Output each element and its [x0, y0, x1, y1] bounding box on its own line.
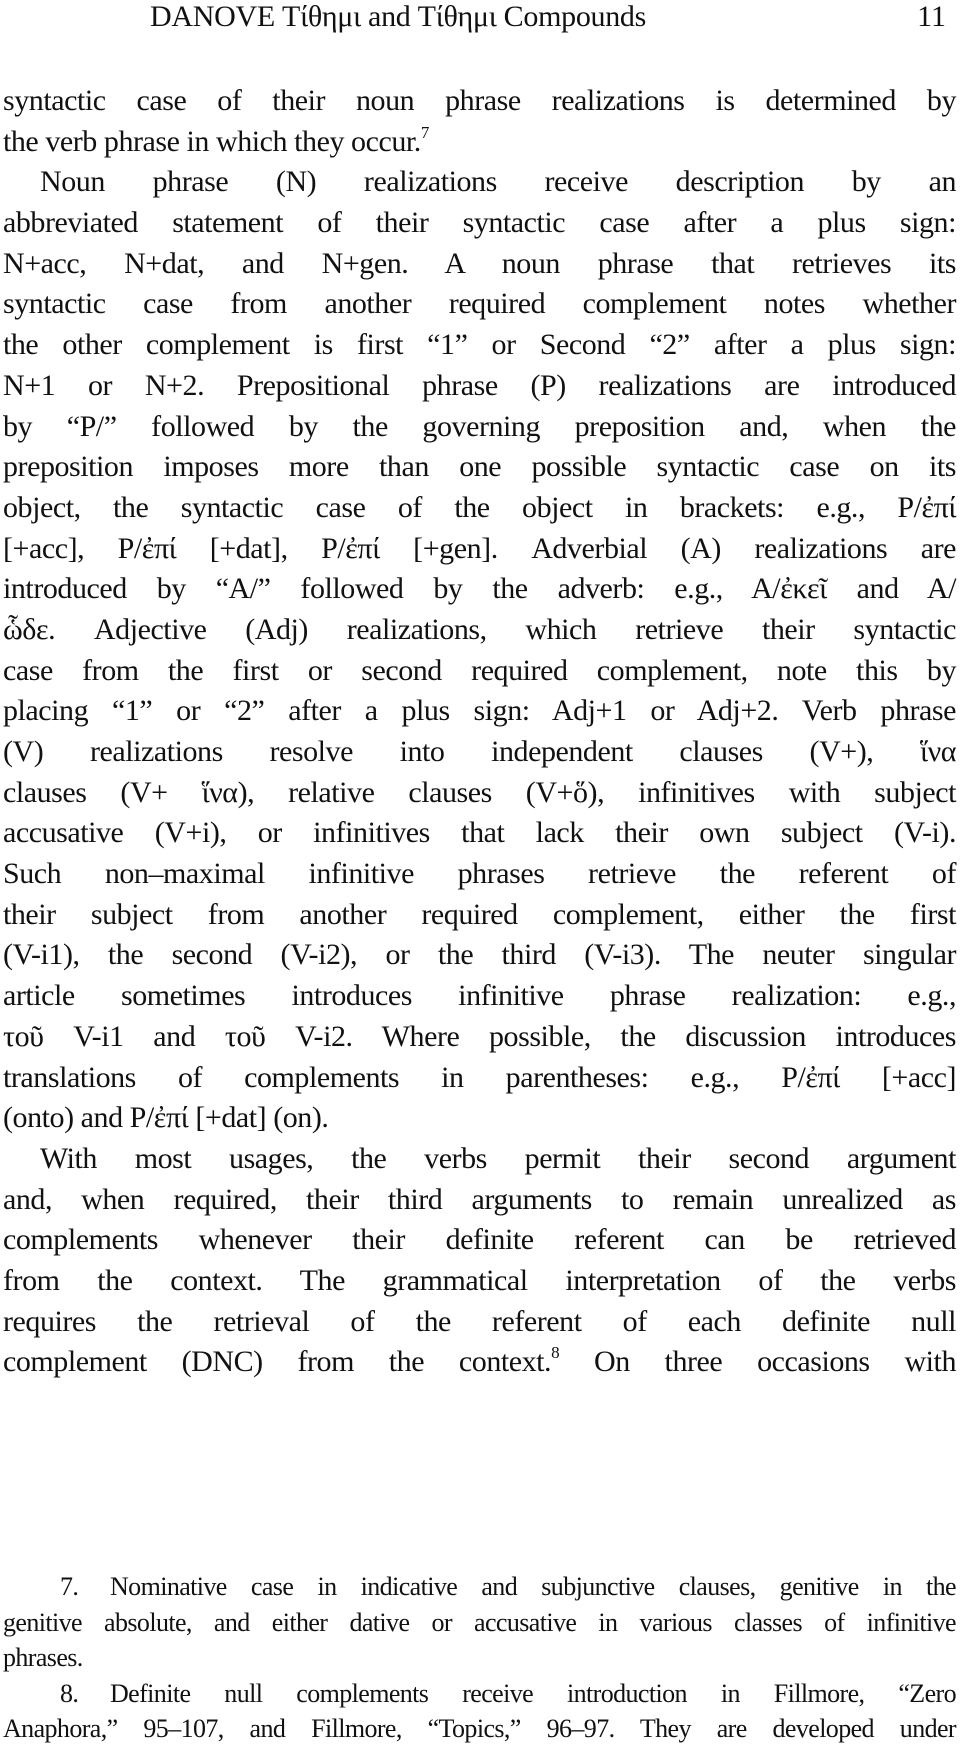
body-line-text: the other complement is first “1” or Sec…	[3, 328, 956, 362]
body-line-text: clauses (V+ ἵνα), relative clauses (V+ὅ)…	[3, 775, 956, 809]
footnote-line: 8. Definite null complements receive intr…	[3, 1676, 957, 1712]
footnote-line: 7. Nominative case in indicative and subj…	[3, 1569, 957, 1605]
body-line-text: (onto) and P/ἐπί [+dat] (on).	[3, 1101, 329, 1135]
body-line: clauses (V+ ἵνα), relative clauses (V+ὅ)…	[3, 773, 956, 814]
body-line-text: preposition imposes more than one possib…	[3, 450, 956, 484]
body-line: (onto) and P/ἐπί [+dat] (on).	[3, 1098, 956, 1139]
running-header: DANOVE Τίθημι and Τίθημι Compounds 11	[0, 0, 960, 40]
footnote-line: Anaphora,” 95–107, and Fillmore, “Topics…	[3, 1711, 957, 1747]
body-line-text: by “P/” followed by the governing prepos…	[3, 409, 956, 443]
body-line: translations of complements in parenthes…	[3, 1058, 956, 1099]
footnote-text: Definite null complements receive introd…	[110, 1678, 957, 1708]
body-line-text: N+acc, N+dat, and N+gen. A noun phrase t…	[3, 246, 956, 280]
body-line: placing “1” or “2” after a plus sign: Ad…	[3, 691, 956, 732]
body-line-text: ὧδε. Adjective (Adj) realizations, which…	[3, 612, 956, 646]
body-line: N+acc, N+dat, and N+gen. A noun phrase t…	[3, 244, 956, 285]
footnote-number: 7.	[60, 1572, 79, 1601]
body-line-text: placing “1” or “2” after a plus sign: Ad…	[3, 694, 956, 728]
body-line: by “P/” followed by the governing prepos…	[3, 407, 956, 448]
body-line-text: N+1 or N+2. Prepositional phrase (P) rea…	[3, 368, 956, 402]
body-line: syntactic case from another required com…	[3, 284, 956, 325]
body-line-text: translations of complements in parenthes…	[3, 1060, 956, 1094]
body-line-text: [+acc], P/ἐπί [+dat], P/ἐπί [+gen]. Adve…	[3, 531, 956, 565]
body-line-text: article sometimes introduces infinitive …	[3, 979, 956, 1013]
body-line-text: complements whenever their definite refe…	[3, 1223, 956, 1257]
body-line-text: With most usages, the verbs permit their…	[40, 1141, 956, 1175]
footnote-text: genitive absolute, and either dative or …	[3, 1607, 957, 1637]
page-number: 11	[917, 0, 946, 33]
body-line-text: their subject from another required comp…	[3, 897, 956, 931]
body-line-text: accusative (V+i), or infinitives that la…	[3, 816, 956, 850]
body-line: introduced by “A/” followed by the adver…	[3, 569, 956, 610]
body-line: from the context. The grammatical interp…	[3, 1261, 956, 1302]
footnote-text: Anaphora,” 95–107, and Fillmore, “Topics…	[3, 1714, 957, 1743]
body-line: [+acc], P/ἐπί [+dat], P/ἐπί [+gen]. Adve…	[3, 529, 956, 570]
body-line-text: τοῦ V-i1 and τοῦ V-i2. Where possible, t…	[3, 1019, 956, 1053]
body-line: object, the syntactic case of the object…	[3, 488, 956, 529]
body-line-text-tail: On three occasions with	[559, 1345, 956, 1379]
body-line-text: Noun phrase (N) realizations receive des…	[40, 165, 956, 199]
body-line: syntactic case of their noun phrase real…	[3, 81, 956, 122]
footnote-text: Nominative case in indicative and subjun…	[110, 1572, 957, 1601]
body-line: preposition imposes more than one possib…	[3, 447, 956, 488]
body-line-text: introduced by “A/” followed by the adver…	[3, 572, 956, 606]
body-line: case from the first or second required c…	[3, 651, 956, 692]
body-line: With most usages, the verbs permit their…	[3, 1139, 956, 1180]
body-line: abbreviated statement of their syntactic…	[3, 203, 956, 244]
body-line-text: and, when required, their third argument…	[3, 1182, 956, 1216]
footnote-number: 8.	[60, 1678, 79, 1708]
running-head-title: DANOVE Τίθημι and Τίθημι Compounds	[150, 0, 647, 33]
body-line-text: Such non–maximal infinitive phrases retr…	[3, 857, 956, 891]
body-line-text: requires the retrieval of the referent o…	[3, 1304, 956, 1338]
body-line: ὧδε. Adjective (Adj) realizations, which…	[3, 610, 956, 651]
body-line-text: the verb phrase in which they occur.	[3, 124, 421, 158]
body-line-text: case from the first or second required c…	[3, 653, 956, 687]
body-line-text: syntactic case from another required com…	[3, 287, 956, 321]
footnote-reference[interactable]: 8	[551, 1343, 560, 1362]
body-line-text: abbreviated statement of their syntactic…	[3, 206, 956, 240]
footnote-reference[interactable]: 7	[421, 123, 430, 142]
body-line: (V-i1), the second (V-i2), or the third …	[3, 935, 956, 976]
footnotes: 7. Nominative case in indicative and subj…	[3, 1569, 957, 1747]
body-line-text: (V-i1), the second (V-i2), or the third …	[3, 938, 956, 972]
body-line: the verb phrase in which they occur.7	[3, 122, 956, 163]
body-text: syntactic case of their noun phrase real…	[3, 81, 956, 1383]
body-line: N+1 or N+2. Prepositional phrase (P) rea…	[3, 366, 956, 407]
body-line: τοῦ V-i1 and τοῦ V-i2. Where possible, t…	[3, 1017, 956, 1058]
body-line: complement (DNC) from the context.8 On t…	[3, 1342, 956, 1383]
body-line: their subject from another required comp…	[3, 895, 956, 936]
body-line: article sometimes introduces infinitive …	[3, 976, 956, 1017]
body-line: Such non–maximal infinitive phrases retr…	[3, 854, 956, 895]
body-line-text: syntactic case of their noun phrase real…	[3, 84, 956, 117]
body-line: Noun phrase (N) realizations receive des…	[3, 162, 956, 203]
body-line-text: (V) realizations resolve into independen…	[3, 735, 956, 768]
body-line-text: complement (DNC) from the context.	[3, 1345, 552, 1379]
body-line-text: from the context. The grammatical interp…	[3, 1263, 956, 1297]
body-line: complements whenever their definite refe…	[3, 1220, 956, 1261]
body-line: (V) realizations resolve into independen…	[3, 732, 956, 773]
footnote-line: genitive absolute, and either dative or …	[3, 1605, 957, 1641]
body-line: and, when required, their third argument…	[3, 1180, 956, 1221]
footnote-line: phrases.	[3, 1640, 956, 1676]
body-line: the other complement is first “1” or Sec…	[3, 325, 956, 366]
body-line: requires the retrieval of the referent o…	[3, 1302, 956, 1343]
body-line: accusative (V+i), or infinitives that la…	[3, 813, 956, 854]
body-line-text: object, the syntactic case of the object…	[3, 490, 956, 524]
footnote-text: phrases.	[3, 1643, 83, 1672]
